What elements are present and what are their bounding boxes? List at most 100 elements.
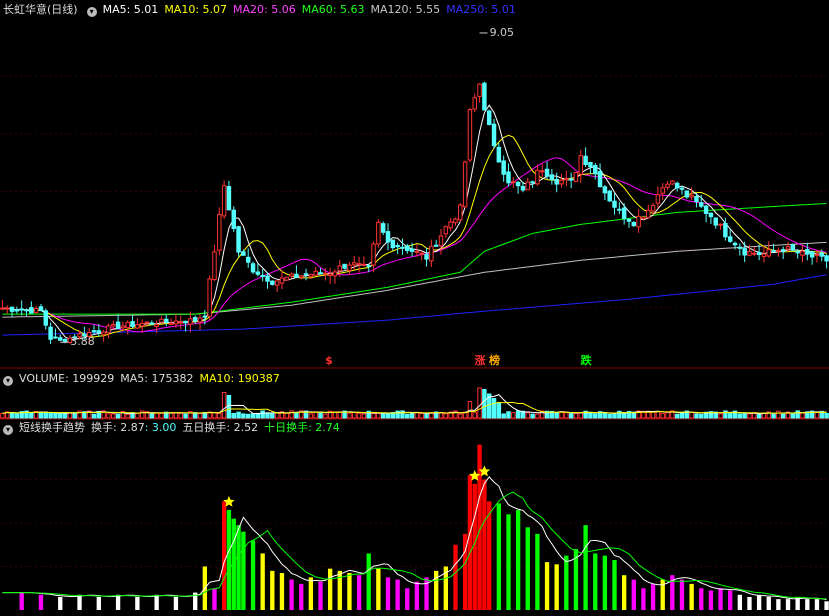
candle-body <box>48 326 53 340</box>
turnover-bar <box>631 579 636 610</box>
volume-bar <box>231 412 236 419</box>
chevron-down-icon[interactable]: ▾ <box>3 425 13 435</box>
turnover-bar <box>728 590 733 610</box>
volume-bar <box>679 412 685 419</box>
candle-body <box>665 183 670 188</box>
candle-body <box>766 249 771 257</box>
volume-bar <box>689 411 694 419</box>
candle-body <box>284 276 290 281</box>
turnover-value-2: : 3.00 <box>144 421 177 434</box>
turnover-bar <box>641 588 646 610</box>
ma250-value: MA250: 5.01 <box>446 3 516 16</box>
candle-body <box>289 273 294 277</box>
candle-body <box>376 221 381 245</box>
candle-body <box>496 146 502 163</box>
volume-bar <box>482 389 487 419</box>
candle-body <box>356 263 362 266</box>
ma5-value: MA5: 5.01 <box>102 3 159 16</box>
candle-body <box>385 231 391 243</box>
volume-bar <box>14 413 20 419</box>
volume-bar <box>289 410 294 419</box>
candle-body <box>0 307 5 310</box>
candle-body <box>482 82 487 111</box>
candle-body <box>790 244 796 251</box>
volume-bar <box>419 413 424 419</box>
volume-bar <box>655 411 661 419</box>
ma10-value: MA10: 5.07 <box>164 3 228 16</box>
volume-bar <box>183 413 188 419</box>
volume-bar <box>496 402 502 419</box>
chevron-down-icon[interactable]: ▾ <box>3 376 13 386</box>
candle-body <box>593 165 598 175</box>
candle-body <box>660 187 665 194</box>
candle-body <box>438 235 444 247</box>
candle-body <box>699 202 704 207</box>
candle-body <box>91 330 97 333</box>
candle-body <box>111 323 116 327</box>
candle-body <box>694 196 699 203</box>
volume-bar <box>173 412 179 419</box>
candle-body <box>188 318 193 325</box>
candle-body <box>655 194 661 204</box>
turnover-bar <box>58 596 63 610</box>
candle-body <box>554 178 559 185</box>
candle-body <box>231 209 236 230</box>
candle-body <box>713 217 718 226</box>
volume-bar <box>43 411 49 419</box>
volume-bar <box>308 413 314 419</box>
turnover-bar <box>356 575 362 610</box>
volume-bar <box>612 412 617 419</box>
candle-body <box>332 271 338 277</box>
candle-body <box>597 171 603 188</box>
candle-body <box>130 321 135 327</box>
volume-bar <box>221 392 227 419</box>
candle-body <box>814 253 820 256</box>
volume-bar <box>0 412 5 419</box>
turnover-bar <box>260 553 265 610</box>
candle-body <box>674 182 680 189</box>
candle-body <box>424 254 429 260</box>
candle-body <box>207 278 212 317</box>
candle-body <box>9 306 15 312</box>
turnover-bar <box>564 555 569 610</box>
turnover-bar <box>776 599 781 610</box>
candle-body <box>149 322 155 325</box>
turnover-bar <box>583 525 588 610</box>
turnover-bar <box>366 553 371 610</box>
ma5-line <box>2 104 827 341</box>
candle-body <box>53 336 58 339</box>
volume-bar <box>578 412 584 419</box>
turnover-title: 短线换手趋势 <box>19 421 85 434</box>
candle-body <box>164 318 169 323</box>
candle-body <box>19 308 24 311</box>
volume-bar <box>135 412 140 419</box>
candle-body <box>472 97 477 110</box>
candle-body <box>299 275 304 278</box>
candle-body <box>115 321 121 329</box>
turnover-bar <box>241 531 246 610</box>
signal-marker-rise: 涨 <box>474 354 486 367</box>
candle-body <box>168 322 174 325</box>
candle-body <box>670 180 675 185</box>
candle-body <box>486 110 492 126</box>
candle-body <box>120 325 126 329</box>
volume-bar <box>217 413 222 419</box>
turnover-bar <box>535 533 540 610</box>
turnover-bar <box>525 527 530 610</box>
candle-body <box>612 200 617 208</box>
turnover-bar <box>347 573 352 610</box>
candle-body <box>776 249 781 252</box>
candle-body <box>795 251 800 254</box>
volume-bar <box>361 413 367 419</box>
volume-bar <box>602 412 608 419</box>
volume-bar <box>727 413 733 419</box>
candle-body <box>824 255 829 262</box>
turnover-bar <box>327 568 333 610</box>
chevron-down-icon[interactable]: ▾ <box>86 7 97 17</box>
volume-bar <box>477 387 482 419</box>
candle-body <box>380 223 386 233</box>
volume-bar <box>535 413 540 419</box>
turnover-bar <box>318 581 323 610</box>
candle-body <box>106 325 111 334</box>
volume-bar <box>48 412 53 419</box>
